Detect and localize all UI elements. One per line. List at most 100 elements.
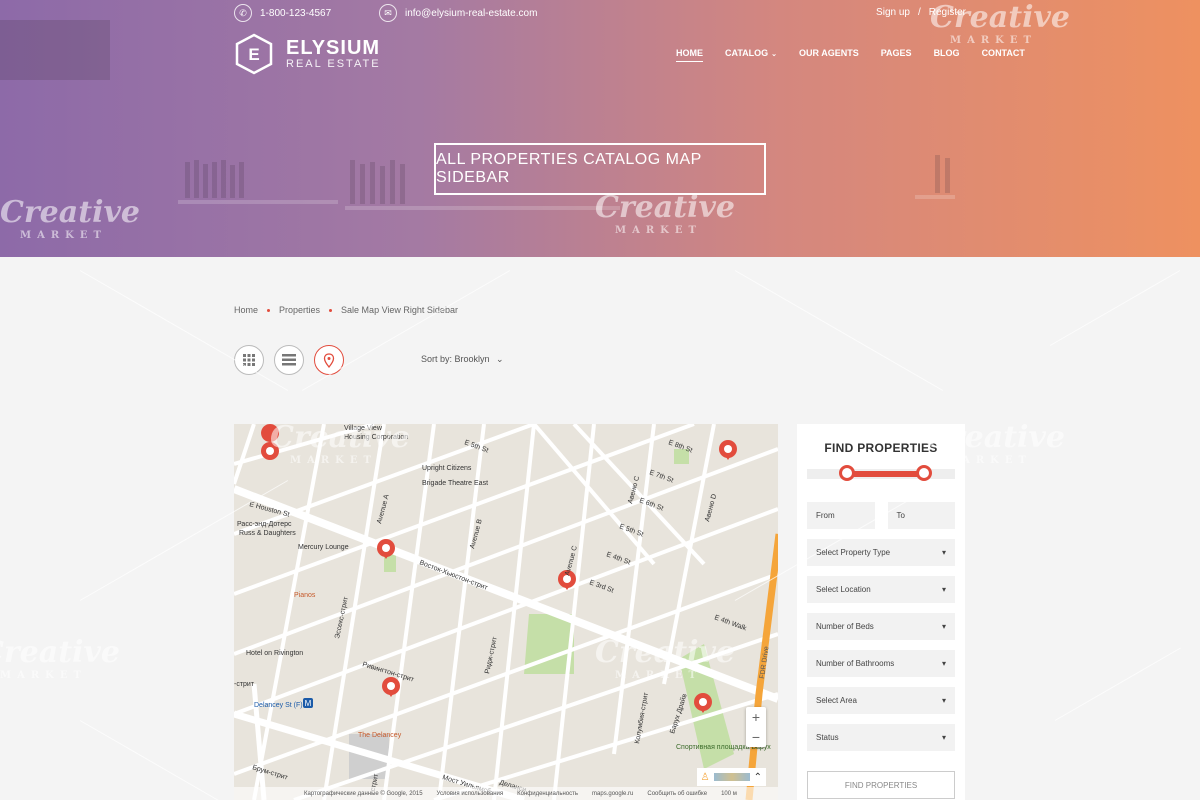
chevron-down-icon: ▾	[941, 733, 946, 742]
select-label: Status	[816, 733, 839, 742]
mail-icon: ✉	[379, 4, 397, 22]
find-properties-button[interactable]: FIND PROPERTIES	[807, 771, 955, 799]
map-type-icon[interactable]	[713, 773, 750, 781]
property-marker[interactable]	[261, 424, 280, 460]
to-label: To	[896, 511, 905, 520]
sidebar-title: FIND PROPERTIES	[824, 441, 938, 455]
from-input[interactable]: From	[807, 502, 875, 529]
map-terms-link[interactable]: Условия использования	[437, 791, 504, 797]
top-bar: ✆ 1-800-123-4567 ✉ info@elysium-real-est…	[234, 4, 966, 24]
map-label: Delancey St (F)	[254, 702, 303, 709]
beds-select[interactable]: Number of Beds ▾	[807, 613, 955, 640]
watermark-brand: Creative	[0, 635, 120, 670]
properties-map[interactable]: Village View Housing Corporation E 5th S…	[234, 424, 778, 800]
nav-pages[interactable]: PAGES	[881, 48, 912, 62]
map-label: Upright Citizens	[422, 465, 472, 472]
find-properties-sidebar: FIND PROPERTIES From To Select Property …	[797, 424, 965, 800]
nav-contact[interactable]: CONTACT	[982, 48, 1025, 62]
nav-blog[interactable]: BLOG	[934, 48, 960, 62]
slider-handle-max[interactable]	[916, 465, 932, 481]
sign-up-link[interactable]: Sign up	[876, 7, 910, 18]
select-label: Number of Bathrooms	[816, 659, 895, 668]
main-nav: HOME CATALOG ⌄ OUR AGENTS PAGES BLOG CONT…	[676, 48, 1047, 62]
auth-links: Sign up / Register	[876, 7, 966, 18]
map-zoom-controls: + −	[746, 707, 766, 747]
hero-banner: ✆ 1-800-123-4567 ✉ info@elysium-real-est…	[0, 0, 1200, 257]
map-label: Hotel on Rivington	[246, 650, 303, 657]
property-marker[interactable]	[719, 440, 737, 460]
breadcrumb: Home Properties Sale Map View Right Side…	[234, 305, 458, 315]
slider-handle-min[interactable]	[839, 465, 855, 481]
map-label: E 7th St	[648, 469, 674, 484]
map-label: Brigade Theatre East	[422, 480, 488, 487]
area-select[interactable]: Select Area ▾	[807, 687, 955, 714]
logo-name: ELYSIUM	[286, 37, 381, 59]
list-icon	[282, 354, 296, 366]
select-label: Select Area	[816, 696, 857, 705]
map-label: -стрит	[234, 681, 255, 688]
map-label: E 4th St	[605, 551, 631, 566]
watermark-line	[79, 720, 237, 800]
map-scale: 100 м	[721, 790, 737, 797]
logo-letter: E	[248, 45, 259, 64]
phone-contact[interactable]: ✆ 1-800-123-4567	[234, 4, 331, 22]
map-canvas[interactable]: Village View Housing Corporation E 5th S…	[234, 424, 778, 800]
zoom-in-button[interactable]: +	[746, 707, 766, 727]
nav-home[interactable]: HOME	[676, 48, 703, 62]
map-privacy-link[interactable]: Конфиденциальность	[517, 791, 578, 797]
map-label: Housing Corporation	[344, 434, 408, 441]
metro-label: M	[305, 699, 312, 708]
pegman-icon[interactable]: ♙	[701, 772, 710, 783]
auth-separator: /	[917, 7, 921, 18]
map-label: Mercury Lounge	[298, 544, 349, 551]
expand-icon[interactable]: ⌃	[754, 772, 762, 783]
chevron-down-icon: ▾	[941, 659, 946, 668]
watermark-line	[1054, 647, 1181, 721]
sort-dropdown[interactable]: Sort by: Brooklyn ⌄	[421, 354, 504, 365]
breadcrumb-current: Sale Map View Right Sidebar	[341, 305, 458, 315]
map-label: Авеню D	[704, 493, 718, 522]
zoom-out-button[interactable]: −	[746, 727, 766, 747]
breadcrumb-separator	[329, 308, 333, 312]
nav-our-agents[interactable]: OUR AGENTS	[799, 48, 859, 62]
location-select[interactable]: Select Location ▾	[807, 576, 955, 603]
breadcrumb-separator	[267, 308, 271, 312]
map-view-button[interactable]	[314, 345, 344, 375]
chevron-down-icon: ▾	[941, 585, 946, 594]
map-footer: Картографические данные © Google, 2015 У…	[234, 787, 778, 800]
map-label: Village View	[344, 425, 383, 432]
property-type-select[interactable]: Select Property Type ▾	[807, 539, 955, 566]
map-pin-icon	[323, 352, 335, 368]
select-label: Number of Beds	[816, 622, 874, 631]
bathrooms-select[interactable]: Number of Bathrooms ▾	[807, 650, 955, 677]
price-range-slider[interactable]	[807, 465, 955, 481]
map-site-link[interactable]: maps.google.ru	[592, 791, 633, 797]
breadcrumb-properties[interactable]: Properties	[279, 305, 320, 315]
chevron-down-icon: ▾	[941, 548, 946, 557]
register-link[interactable]: Register	[929, 7, 966, 18]
map-label: Расс-энд-Дотерс	[237, 521, 292, 528]
site-logo[interactable]: E ELYSIUM REAL ESTATE	[234, 33, 381, 75]
grid-view-button[interactable]	[234, 345, 264, 375]
logo-hex-icon: E	[235, 33, 273, 75]
map-label: Pianos	[294, 592, 316, 599]
nav-catalog[interactable]: CATALOG ⌄	[725, 48, 777, 62]
breadcrumb-home[interactable]: Home	[234, 305, 258, 315]
watermark-line	[1049, 270, 1181, 346]
view-switcher	[234, 345, 344, 375]
map-label: Колумбия-стрит	[633, 691, 650, 744]
grid-icon	[243, 354, 255, 366]
chevron-down-icon: ▾	[941, 696, 946, 705]
map-label: The Delancey	[358, 732, 402, 739]
map-label: Ридж-стрит	[484, 636, 499, 675]
chevron-down-icon: ▾	[941, 622, 946, 631]
to-input[interactable]: To	[887, 502, 955, 529]
watermark-line	[734, 270, 944, 391]
room-background	[0, 0, 1200, 257]
chevron-down-icon: ⌄	[496, 354, 504, 364]
list-view-button[interactable]	[274, 345, 304, 375]
map-report-link[interactable]: Сообщить об ошибке	[647, 791, 707, 797]
logo-subtitle: REAL ESTATE	[286, 58, 381, 70]
email-contact[interactable]: ✉ info@elysium-real-estate.com	[379, 4, 537, 22]
status-select[interactable]: Status ▾	[807, 724, 955, 751]
